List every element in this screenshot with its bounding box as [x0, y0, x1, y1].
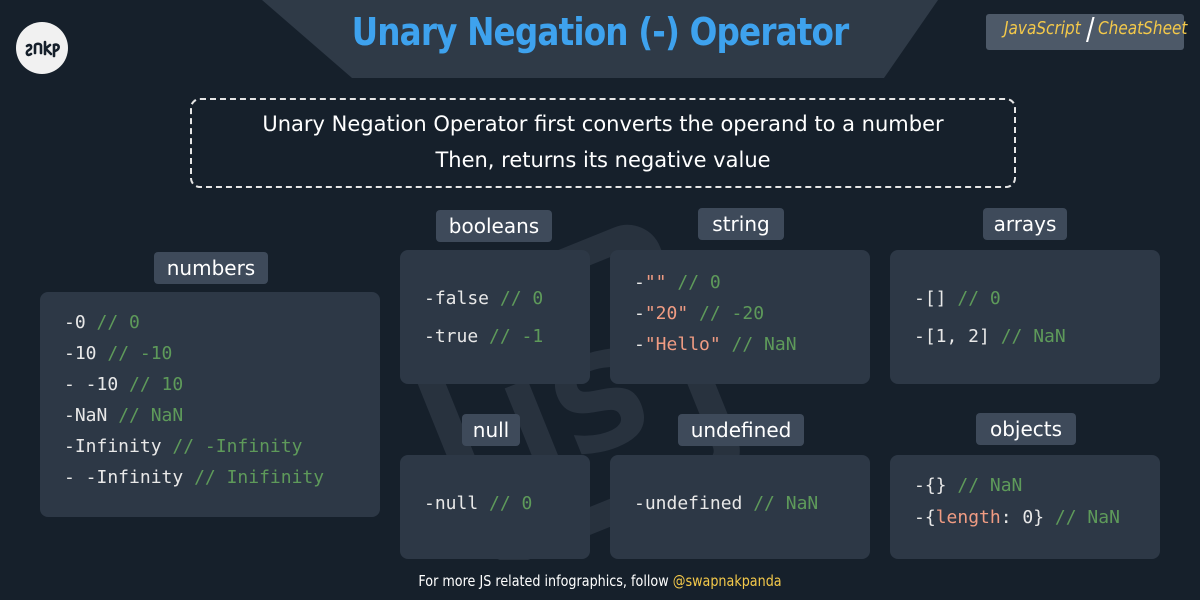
- code-line: -10 // -10: [64, 343, 173, 364]
- snp-logo-icon: [16, 22, 68, 74]
- code-line: -"" // 0: [634, 272, 721, 293]
- code-line: -[1, 2] // NaN: [914, 326, 1066, 347]
- info-box: Unary Negation Operator first converts t…: [190, 98, 1016, 188]
- card-string: -"" // 0 -"20" // -20 -"Hello" // NaN: [610, 250, 870, 384]
- code-line: -[] // 0: [914, 288, 1001, 309]
- code-line: -{length: 0} // NaN: [914, 507, 1120, 528]
- code-line: -Infinity // -Infinity: [64, 436, 303, 457]
- footer-text: For more JS related infographics, follow: [418, 572, 673, 590]
- card-arrays: -[] // 0 -[1, 2] // NaN: [890, 250, 1160, 384]
- card-booleans: -false // 0 -true // -1: [400, 250, 590, 384]
- code-line: -false // 0: [424, 288, 544, 309]
- card-null: -null // 0: [400, 455, 590, 559]
- label-numbers: numbers: [154, 252, 268, 284]
- label-arrays: arrays: [983, 208, 1067, 240]
- label-booleans: booleans: [436, 210, 552, 242]
- page-title: Unary Negation (-) Operator: [351, 10, 850, 54]
- footer-handle-link[interactable]: @swapnakpanda: [673, 572, 782, 590]
- cheatsheet-badge: JavaScript / CheatSheet: [986, 12, 1188, 50]
- card-objects: -{} // NaN -{length: 0} // NaN: [890, 455, 1160, 559]
- badge-slash: /: [1086, 12, 1095, 47]
- label-null: null: [462, 414, 520, 446]
- code-line: -{} // NaN: [914, 475, 1023, 496]
- badge-javascript: JavaScript: [1004, 18, 1081, 39]
- code-line: -"20" // -20: [634, 303, 765, 324]
- code-line: - -Infinity // Inifinity: [64, 467, 325, 488]
- label-objects: objects: [976, 413, 1076, 445]
- card-numbers: -0 // 0 -10 // -10 - -10 // 10 -NaN // N…: [40, 292, 380, 517]
- card-undefined: -undefined // NaN: [610, 455, 870, 559]
- code-line: -undefined // NaN: [634, 493, 819, 514]
- info-line-1: Unary Negation Operator first converts t…: [262, 112, 944, 136]
- code-line: -true // -1: [424, 326, 544, 347]
- code-line: -null // 0: [424, 493, 533, 514]
- code-line: -"Hello" // NaN: [634, 334, 797, 355]
- code-line: - -10 // 10: [64, 374, 184, 395]
- code-line: -NaN // NaN: [64, 405, 184, 426]
- info-line-2: Then, returns its negative value: [435, 148, 771, 172]
- label-undefined: undefined: [678, 414, 804, 446]
- label-string: string: [698, 208, 784, 240]
- footer: For more JS related infographics, follow…: [90, 572, 1110, 590]
- page: Unary Negation (-) Operator JavaScript /…: [0, 0, 1200, 600]
- badge-cheatsheet: CheatSheet: [1098, 18, 1188, 39]
- code-line: -0 // 0: [64, 312, 140, 333]
